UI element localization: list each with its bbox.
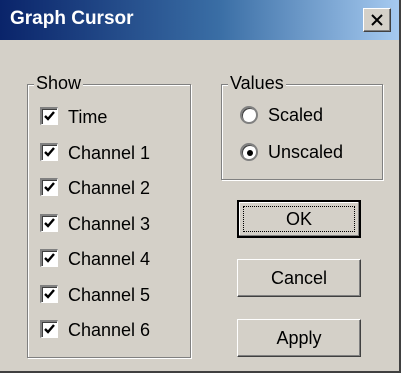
- radio-selected-dot: [247, 150, 253, 156]
- values-group-label: Values: [228, 73, 286, 94]
- checkbox-label: Channel 3: [68, 214, 151, 234]
- checkbox-channel-3[interactable]: Channel 3: [40, 212, 180, 238]
- focus-rectangle: [243, 206, 355, 232]
- graph-cursor-dialog: Graph Cursor Show Time Channel 1 Channel: [0, 0, 401, 373]
- check-mark-icon: [44, 218, 55, 228]
- cancel-button[interactable]: Cancel: [237, 259, 361, 297]
- radio-unscaled[interactable]: Unscaled: [240, 140, 370, 166]
- checkbox-label: Channel 2: [68, 178, 151, 198]
- checkbox-channel-6[interactable]: Channel 6: [40, 318, 180, 344]
- checkbox-label: Channel 6: [68, 320, 151, 340]
- check-mark-icon: [44, 324, 55, 334]
- checkbox-box[interactable]: [40, 178, 58, 196]
- cancel-button-label: Cancel: [270, 268, 328, 288]
- checkbox-label: Channel 4: [68, 249, 151, 269]
- radio-button[interactable]: [240, 143, 258, 161]
- checkbox-box[interactable]: [40, 107, 58, 125]
- checkbox-channel-1[interactable]: Channel 1: [40, 141, 180, 167]
- ok-button[interactable]: OK: [237, 200, 361, 238]
- checkbox-box[interactable]: [40, 320, 58, 338]
- checkbox-box[interactable]: [40, 285, 58, 303]
- checkbox-box[interactable]: [40, 214, 58, 232]
- checkbox-label: Time: [68, 107, 108, 127]
- checkbox-channel-5[interactable]: Channel 5: [40, 283, 180, 309]
- radio-scaled[interactable]: Scaled: [240, 103, 370, 129]
- check-mark-icon: [44, 111, 55, 121]
- apply-button-label: Apply: [276, 328, 322, 348]
- radio-button[interactable]: [240, 106, 258, 124]
- close-button[interactable]: [363, 8, 391, 32]
- show-groupbox: Show Time Channel 1 Channel 2 Channel 3: [27, 73, 191, 358]
- check-mark-icon: [44, 147, 55, 157]
- checkbox-box[interactable]: [40, 143, 58, 161]
- check-mark-icon: [44, 289, 55, 299]
- checkbox-label: Channel 5: [68, 285, 151, 305]
- checkbox-channel-4[interactable]: Channel 4: [40, 247, 180, 273]
- check-mark-icon: [44, 253, 55, 263]
- checkbox-label: Channel 1: [68, 143, 151, 163]
- window-title: Graph Cursor: [10, 8, 134, 29]
- close-icon: [371, 14, 383, 26]
- checkbox-time[interactable]: Time: [40, 105, 180, 131]
- values-groupbox: Values Scaled Unscaled: [221, 73, 383, 180]
- checkbox-box[interactable]: [40, 249, 58, 267]
- title-bar: Graph Cursor: [0, 0, 399, 40]
- checkbox-channel-2[interactable]: Channel 2: [40, 176, 180, 202]
- radio-label: Unscaled: [268, 142, 344, 162]
- apply-button[interactable]: Apply: [237, 319, 361, 357]
- radio-label: Scaled: [268, 105, 324, 125]
- show-group-label: Show: [34, 73, 84, 94]
- check-mark-icon: [44, 182, 55, 192]
